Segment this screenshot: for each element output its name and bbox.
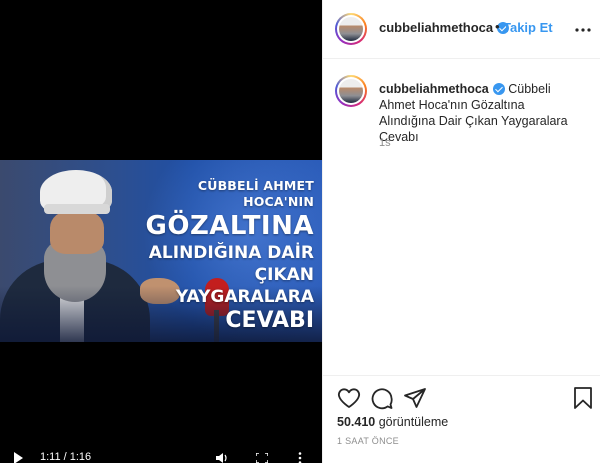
caption-timestamp[interactable]: 1s: [379, 137, 391, 149]
speaker-turban-band: [44, 204, 110, 214]
like-heart-icon[interactable]: [337, 386, 361, 410]
headline-line-1: CÜBBELİ AHMET HOCA'NIN: [197, 178, 314, 209]
post-side-panel: cubbeliahmethoca • Takip Et cubbeliahmet…: [322, 0, 600, 463]
headline-line-5: CEVABI: [225, 308, 314, 333]
caption-username[interactable]: cubbeliahmethoca: [379, 82, 489, 96]
view-count-number: 50.410: [337, 415, 376, 429]
more-options-icon[interactable]: [575, 28, 591, 32]
post-actions: 50.410 görüntüleme 1 SAAT ÖNCE: [323, 375, 600, 463]
caption-text-block: cubbeliahmethoca Cübbeli Ahmet Hoca'nın …: [379, 81, 579, 145]
headline-line-2: GÖZALTINA: [145, 211, 314, 241]
caption-verified-badge-icon: [492, 83, 505, 95]
posted-time[interactable]: 1 SAAT ÖNCE: [337, 436, 399, 446]
more-options-vertical-icon[interactable]: [298, 452, 302, 463]
play-icon[interactable]: [14, 452, 23, 463]
avatar[interactable]: [335, 13, 367, 45]
headline-line-3: ALINDIĞINA DAİR: [148, 243, 314, 263]
volume-icon[interactable]: [216, 453, 228, 463]
video-controls: 1:11 / 1:16: [0, 447, 322, 463]
video-thumbnail[interactable]: CÜBBELİ AHMET HOCA'NIN GÖZALTINA ALINDIĞ…: [0, 160, 322, 342]
save-bookmark-icon[interactable]: [571, 386, 595, 410]
video-headline: CÜBBELİ AHMET HOCA'NIN GÖZALTINA ALINDIĞ…: [128, 178, 314, 334]
fullscreen-icon[interactable]: [256, 453, 268, 463]
share-icon[interactable]: [403, 386, 427, 410]
view-count-label: görüntüleme: [378, 415, 449, 429]
comment-icon[interactable]: [370, 386, 394, 410]
post-header: cubbeliahmethoca • Takip Et: [323, 0, 600, 59]
caption-avatar-image: [339, 79, 363, 103]
header-username-wrap: cubbeliahmethoca: [379, 20, 510, 35]
video-player[interactable]: CÜBBELİ AHMET HOCA'NIN GÖZALTINA ALINDIĞ…: [0, 0, 322, 463]
header-username[interactable]: cubbeliahmethoca: [379, 20, 493, 35]
caption-avatar[interactable]: [335, 75, 367, 107]
speaker-face: [50, 210, 104, 254]
avatar-image: [339, 17, 363, 41]
post-caption: cubbeliahmethoca Cübbeli Ahmet Hoca'nın …: [323, 59, 600, 375]
follow-button[interactable]: Takip Et: [503, 20, 553, 35]
separator-dot: •: [495, 19, 500, 34]
view-count: 50.410 görüntüleme: [337, 415, 448, 429]
video-time: 1:11 / 1:16: [40, 451, 92, 463]
headline-line-4: ÇIKAN YAYGARALARA: [175, 265, 314, 307]
